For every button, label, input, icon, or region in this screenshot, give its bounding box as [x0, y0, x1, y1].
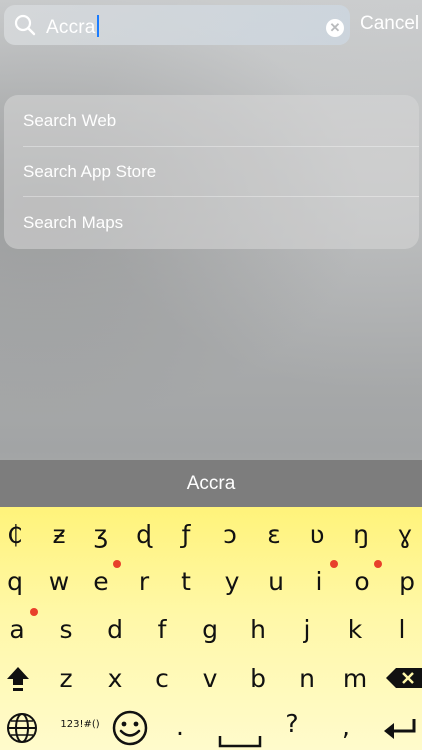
key-question[interactable]: ? [272, 704, 312, 744]
key-q[interactable]: q [0, 562, 35, 602]
key-c[interactable]: c [142, 659, 182, 699]
key-k[interactable]: k [335, 610, 375, 650]
globe-icon[interactable] [6, 712, 38, 744]
key-eng[interactable]: ŋ [341, 515, 381, 555]
search-icon [14, 14, 36, 36]
return-icon[interactable] [382, 717, 418, 741]
key-cedi[interactable]: ₵ [0, 515, 35, 555]
key-a[interactable]: a [0, 610, 37, 650]
key-n[interactable]: n [287, 659, 327, 699]
key-g[interactable]: g [190, 610, 230, 650]
key-z-stroke[interactable]: ƶ [39, 515, 79, 555]
key-h[interactable]: h [238, 610, 278, 650]
key-y[interactable]: y [212, 562, 252, 602]
key-b[interactable]: b [238, 659, 278, 699]
space-icon[interactable] [218, 732, 262, 750]
key-d[interactable]: d [95, 610, 135, 650]
key-f-hook[interactable]: ƒ [166, 515, 206, 555]
accent-dot [30, 608, 38, 616]
text-caret [96, 15, 99, 37]
accent-dot [374, 560, 382, 568]
key-gamma[interactable]: ɣ [385, 515, 422, 555]
key-r[interactable]: r [124, 562, 164, 602]
key-x[interactable]: x [95, 659, 135, 699]
key-l[interactable]: l [382, 610, 422, 650]
emoji-icon[interactable] [111, 709, 149, 747]
suggestion-search-web[interactable]: Search Web [4, 95, 419, 146]
key-j[interactable]: j [287, 610, 327, 650]
key-z[interactable]: z [46, 659, 86, 699]
accent-dot [330, 560, 338, 568]
delete-icon[interactable] [386, 668, 422, 688]
key-e[interactable]: e [81, 562, 121, 602]
search-suggestions: Search Web Search App Store Search Maps [4, 95, 419, 249]
key-open-o[interactable]: ɔ [210, 515, 250, 555]
key-p[interactable]: p [387, 562, 422, 602]
suggestion-search-maps[interactable]: Search Maps [4, 197, 419, 248]
search-input[interactable]: Accra [46, 15, 99, 39]
key-i[interactable]: i [299, 562, 339, 602]
shift-icon[interactable] [5, 665, 31, 693]
keyboard: ₵ ƶ ʒ ɖ ƒ ɔ ɛ ʋ ŋ ɣ q w e r t y u i o p … [0, 507, 422, 750]
key-d-tail[interactable]: ɖ [124, 515, 164, 555]
key-comma[interactable]: , [326, 707, 366, 747]
suggestion-search-app-store[interactable]: Search App Store [4, 146, 419, 197]
key-w[interactable]: w [39, 562, 79, 602]
key-f[interactable]: f [142, 610, 182, 650]
key-s[interactable]: s [46, 610, 86, 650]
key-u[interactable]: u [256, 562, 296, 602]
clear-text-icon[interactable]: ✕ [326, 19, 344, 37]
key-t[interactable]: t [166, 562, 206, 602]
key-open-e[interactable]: ɛ [254, 515, 294, 555]
prediction-bar[interactable]: Accra [0, 460, 422, 507]
key-o[interactable]: o [342, 562, 382, 602]
key-m[interactable]: m [335, 659, 375, 699]
key-v-hook[interactable]: ʋ [297, 515, 337, 555]
prediction-word[interactable]: Accra [0, 473, 422, 495]
numbers-key[interactable]: 123!#() [53, 705, 107, 745]
accent-dot [113, 560, 121, 568]
search-field[interactable]: Accra ✕ [4, 5, 350, 45]
key-ezh[interactable]: ʒ [81, 515, 121, 555]
key-v[interactable]: v [190, 659, 230, 699]
cancel-button[interactable]: Cancel [360, 13, 419, 35]
key-period[interactable]: . [160, 707, 200, 747]
